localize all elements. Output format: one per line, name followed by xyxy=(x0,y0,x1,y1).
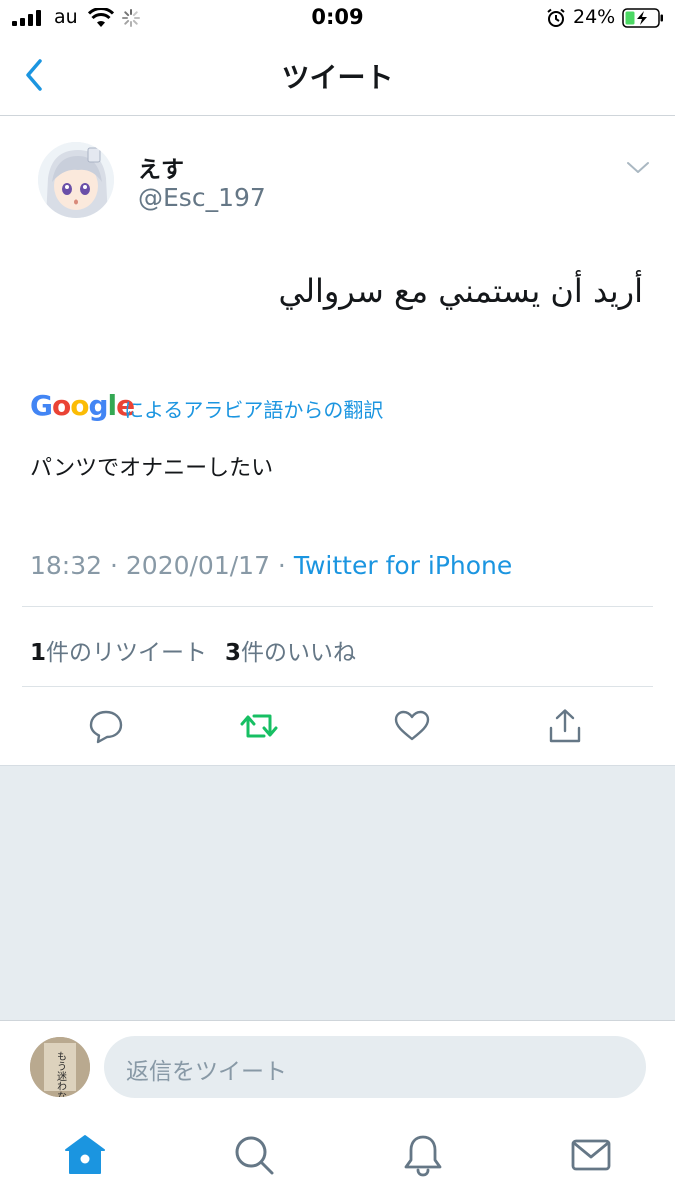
retweet-label: 件のリツイート xyxy=(46,640,208,666)
tweet-stats: 1件のリツイート 3件のいいね xyxy=(30,633,356,667)
tweet-text: أريد أن يستمني مع سروالي xyxy=(278,272,643,310)
reply-placeholder: 返信をツイート xyxy=(126,1059,287,1085)
tweet-source-link[interactable]: Twitter for iPhone xyxy=(294,551,512,580)
like-icon[interactable] xyxy=(392,706,432,746)
google-logo[interactable]: Google xyxy=(30,389,135,422)
reply-icon[interactable] xyxy=(86,706,126,746)
home-icon[interactable] xyxy=(63,1133,107,1177)
author-handle[interactable]: @Esc_197 xyxy=(138,183,266,212)
battery-percent: 24% xyxy=(573,6,616,28)
page-title: ツイート xyxy=(281,61,394,94)
tweet-time: 18:32 xyxy=(30,551,103,580)
reply-input[interactable]: 返信をツイート xyxy=(104,1036,646,1098)
tweet-date: 2020/01/17 xyxy=(125,551,270,580)
alarm-icon xyxy=(547,8,565,27)
divider xyxy=(22,606,653,607)
my-avatar-text: もう迷わない xyxy=(55,1051,67,1097)
my-avatar[interactable]: もう迷わない xyxy=(30,1037,90,1097)
likes-stat[interactable]: 3件のいいね xyxy=(225,640,356,666)
share-icon[interactable] xyxy=(545,706,585,746)
search-icon[interactable] xyxy=(232,1133,276,1177)
nav-bar: ツイート xyxy=(0,38,675,116)
like-label: 件のいいね xyxy=(241,640,357,666)
status-bar: au 0:09 24% xyxy=(0,0,675,38)
author-avatar-image xyxy=(38,142,114,218)
like-count: 3 xyxy=(225,640,242,666)
retweets-stat[interactable]: 1件のリツイート xyxy=(30,640,207,666)
my-avatar-image: もう迷わない xyxy=(30,1037,90,1097)
battery-icon xyxy=(622,8,663,28)
messages-icon[interactable] xyxy=(569,1133,613,1177)
divider xyxy=(22,686,653,687)
meta-separator: · xyxy=(269,551,294,580)
retweet-icon[interactable] xyxy=(239,706,279,746)
notifications-icon[interactable] xyxy=(401,1133,445,1177)
tweet-metadata: 18:32 · 2020/01/17 · Twitter for iPhone xyxy=(30,551,512,580)
empty-replies-area xyxy=(0,765,675,1021)
author-avatar[interactable] xyxy=(38,142,114,218)
translation-attribution[interactable]: によるアラビア語からの翻訳 xyxy=(124,394,383,423)
translated-text: パンツでオナニーしたい xyxy=(30,456,274,481)
retweet-count: 1 xyxy=(30,640,47,666)
author-display-name[interactable]: えす xyxy=(138,150,184,184)
chevron-down-icon[interactable] xyxy=(626,160,650,176)
meta-separator: · xyxy=(102,551,126,580)
